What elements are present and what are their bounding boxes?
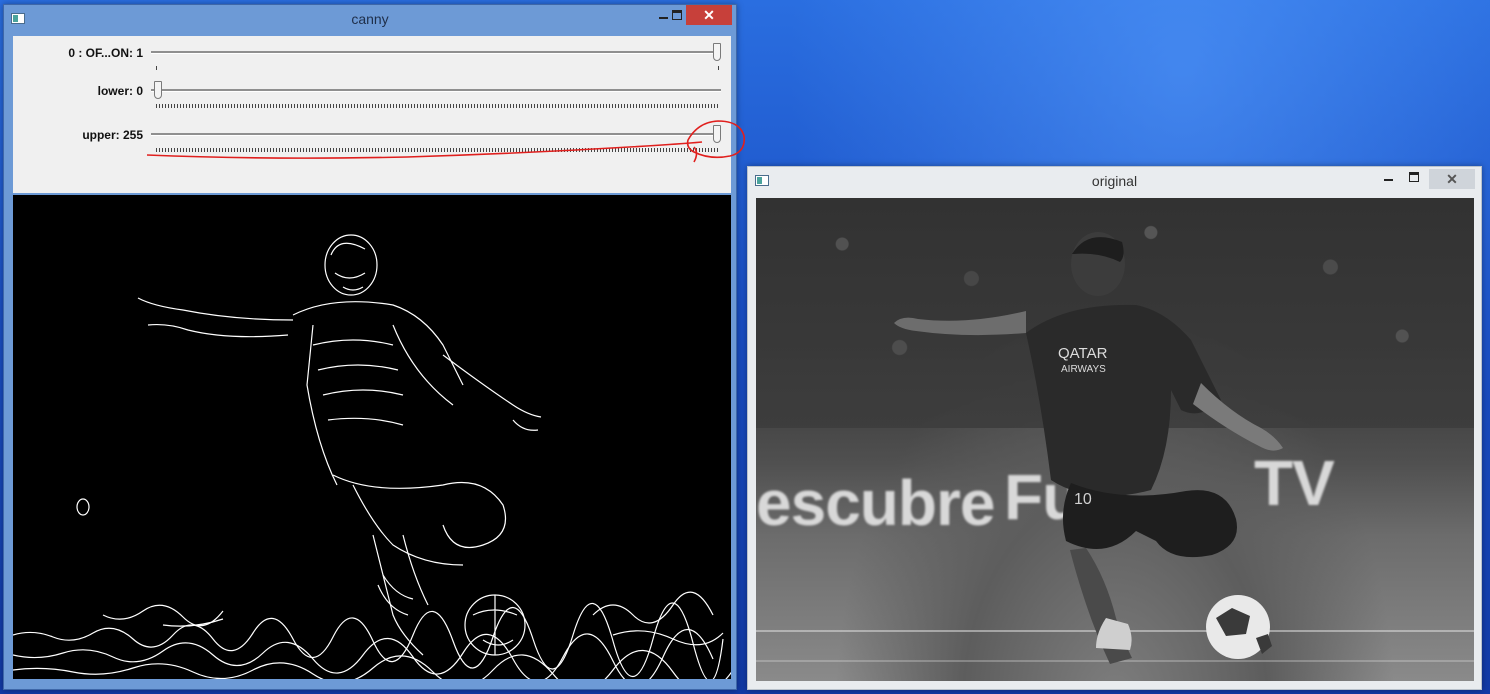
- annotation-underline: [146, 141, 703, 159]
- original-window: original ✕ escubre Fu TV QATAR AIRWAYS 1…: [747, 166, 1482, 690]
- maximize-button[interactable]: [1401, 167, 1427, 187]
- minimize-button[interactable]: [1375, 167, 1401, 187]
- window-title: original: [1091, 173, 1138, 189]
- original-image: escubre Fu TV QATAR AIRWAYS 10: [756, 198, 1474, 681]
- maximize-icon: [1409, 172, 1419, 182]
- original-titlebar[interactable]: original ✕: [748, 167, 1481, 197]
- minimize-icon: [1383, 179, 1393, 181]
- jersey-sponsor-line1: QATAR: [1058, 345, 1108, 362]
- close-icon: ✕: [1446, 170, 1458, 187]
- shorts-number: 10: [1074, 491, 1092, 508]
- annotation-arrow: [693, 146, 698, 163]
- close-button[interactable]: ✕: [1429, 169, 1475, 189]
- player-figure: QATAR AIRWAYS 10: [894, 232, 1283, 664]
- jersey-sponsor-line2: AIRWAYS: [1061, 364, 1106, 375]
